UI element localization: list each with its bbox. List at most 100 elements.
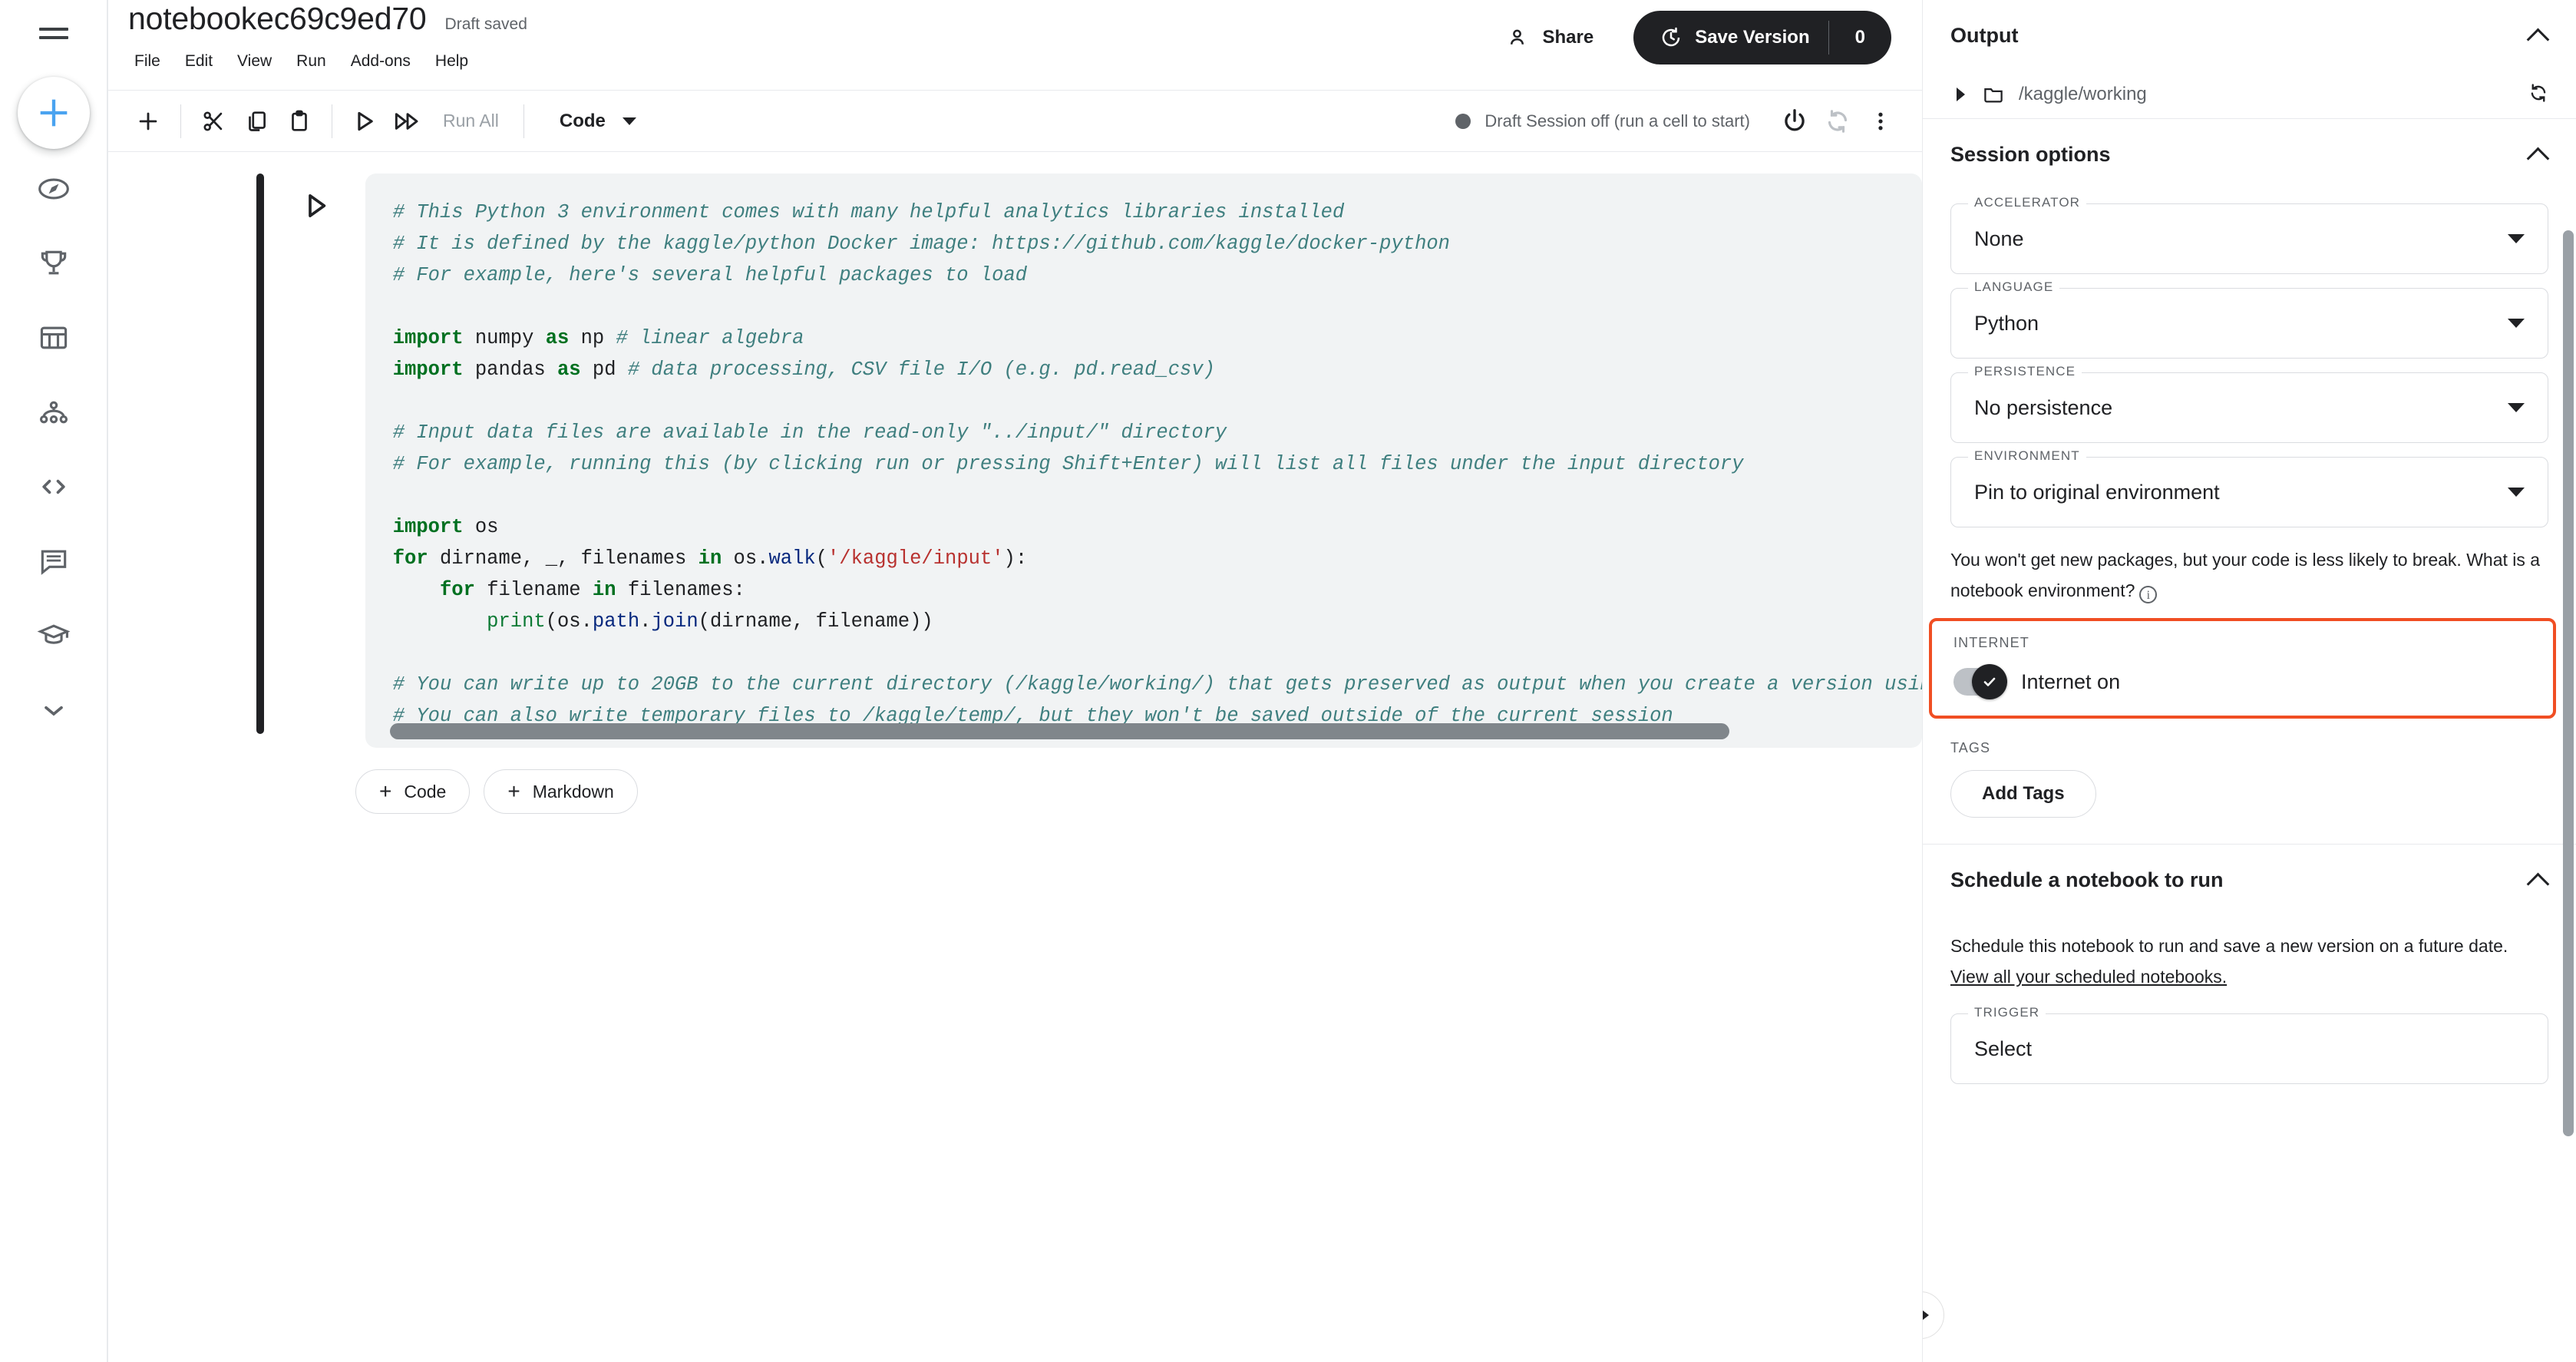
create-button[interactable] xyxy=(17,77,90,149)
history-clock-icon xyxy=(1662,27,1680,47)
sidebar-item-datasets[interactable] xyxy=(19,303,88,372)
kaggle-notebook-app: notebookec69c9ed70 Draft saved File Edit… xyxy=(0,0,2576,1362)
more-vertical-icon xyxy=(1878,112,1883,131)
code-horizontal-scrollbar[interactable] xyxy=(389,723,1729,739)
run-cell-button[interactable] xyxy=(343,100,386,143)
code-editor[interactable]: # This Python 3 environment comes with m… xyxy=(365,174,1922,748)
sidebar-item-learn[interactable] xyxy=(19,601,88,670)
internet-toggle-label: Internet on xyxy=(2021,669,2121,693)
plus-icon: + xyxy=(379,779,392,803)
code-content[interactable]: # This Python 3 environment comes with m… xyxy=(365,174,1922,732)
session-status-label: Draft Session off (run a cell to start) xyxy=(1485,111,1750,131)
language-dropdown[interactable]: LANGUAGE Python xyxy=(1950,279,2548,359)
menu-file[interactable]: File xyxy=(122,48,173,75)
schedule-section-header[interactable]: Schedule a notebook to run xyxy=(1923,845,2576,915)
notebook-toolbar: Run All Code Draft Session off (run a ce… xyxy=(107,91,1922,152)
cell-run-button[interactable] xyxy=(291,180,341,232)
share-label: Share xyxy=(1542,27,1594,48)
version-count-badge[interactable]: 0 xyxy=(1828,21,1891,55)
menu-help[interactable]: Help xyxy=(423,48,481,75)
people-icon xyxy=(1510,29,1524,45)
chevron-up-icon[interactable] xyxy=(2528,144,2548,164)
add-markdown-label: Markdown xyxy=(532,781,614,802)
internet-toggle[interactable] xyxy=(1953,664,2007,699)
language-value: Python xyxy=(1974,311,2039,335)
refresh-icon xyxy=(2531,83,2546,102)
info-icon[interactable]: i xyxy=(2139,586,2158,603)
add-tags-button[interactable]: Add Tags xyxy=(1950,770,2096,818)
trigger-label: TRIGGER xyxy=(1968,1005,2046,1020)
cell-wrapper: # This Python 3 environment comes with m… xyxy=(108,152,1922,814)
share-button[interactable]: Share xyxy=(1494,17,1608,58)
sidebar-item-more[interactable] xyxy=(19,676,88,745)
output-title: Output xyxy=(1950,23,2019,47)
internet-label: INTERNET xyxy=(1953,635,2029,650)
session-options-header[interactable]: Session options xyxy=(1923,119,2576,190)
copy-icon xyxy=(249,111,266,131)
environment-dropdown[interactable]: ENVIRONMENT Pin to original environment xyxy=(1950,448,2548,527)
tags-label: TAGS xyxy=(1950,740,1991,755)
persistence-value: No persistence xyxy=(1974,395,2113,419)
panel-scrollbar[interactable] xyxy=(2563,230,2574,1136)
restart-session-button[interactable] xyxy=(1816,100,1859,143)
trigger-dropdown[interactable]: TRIGGER Select xyxy=(1950,1005,2548,1084)
cut-button[interactable] xyxy=(192,100,235,143)
menu-view[interactable]: View xyxy=(225,48,284,75)
chevron-down-icon xyxy=(2508,319,2525,328)
cell-type-value: Code xyxy=(559,110,606,131)
internet-toggle-row[interactable]: Internet on xyxy=(1953,664,2553,699)
scheduled-notebooks-link[interactable]: View all your scheduled notebooks. xyxy=(1950,967,2227,987)
refresh-output-button[interactable] xyxy=(2527,81,2550,108)
sidebar-item-discussions[interactable] xyxy=(19,527,88,596)
toolbar-more-button[interactable] xyxy=(1859,100,1902,143)
menu-add-ons[interactable]: Add-ons xyxy=(339,48,423,75)
accelerator-label: ACCELERATOR xyxy=(1968,195,2087,210)
menu-edit[interactable]: Edit xyxy=(173,48,225,75)
play-icon xyxy=(358,111,373,131)
save-version-button[interactable]: Save Version 0 xyxy=(1633,11,1891,64)
output-section-header[interactable]: Output xyxy=(1923,0,2576,71)
paste-button[interactable] xyxy=(278,100,321,143)
output-folder-row[interactable]: /kaggle/working xyxy=(1923,71,2576,118)
cell-focus-bar xyxy=(256,174,264,734)
hamburger-menu-icon[interactable] xyxy=(27,6,81,60)
schedule-description: Schedule this notebook to run and save a… xyxy=(1950,931,2545,992)
power-button[interactable] xyxy=(1773,100,1816,143)
run-all-button[interactable]: Run All xyxy=(429,111,513,131)
sidebar-item-competitions[interactable] xyxy=(19,229,88,298)
notebook-header: notebookec69c9ed70 Draft saved File Edit… xyxy=(107,0,1922,91)
collapse-panel-button[interactable] xyxy=(1923,1291,1944,1339)
power-icon xyxy=(1785,109,1805,131)
sidebar-item-explore[interactable] xyxy=(19,154,88,223)
notebook-title[interactable]: notebookec69c9ed70 xyxy=(128,0,427,37)
menu-run[interactable]: Run xyxy=(284,48,339,75)
chevron-down-icon xyxy=(2508,488,2525,497)
compass-icon xyxy=(38,178,69,200)
cell-type-dropdown[interactable]: Code xyxy=(546,104,650,138)
environment-label: ENVIRONMENT xyxy=(1968,448,2086,464)
title-row: notebookec69c9ed70 Draft saved xyxy=(128,0,527,37)
chevron-up-icon[interactable] xyxy=(2528,25,2548,45)
chevron-up-icon[interactable] xyxy=(2528,870,2548,890)
output-path-label: /kaggle/working xyxy=(2019,84,2147,104)
add-cell-button[interactable] xyxy=(127,100,170,143)
run-ahead-button[interactable] xyxy=(386,100,429,143)
persistence-dropdown[interactable]: PERSISTENCE No persistence xyxy=(1950,364,2548,443)
add-code-cell-button[interactable]: + Code xyxy=(355,769,471,814)
save-status-label: Draft saved xyxy=(444,15,527,33)
chevron-down-icon xyxy=(44,706,63,716)
sidebar-item-code[interactable] xyxy=(19,452,88,521)
chevron-right-icon xyxy=(1923,1305,1929,1325)
copy-button[interactable] xyxy=(235,100,278,143)
environment-value: Pin to original environment xyxy=(1974,480,2220,504)
notebook-main: notebookec69c9ed70 Draft saved File Edit… xyxy=(107,0,1922,1362)
sidebar-item-models[interactable] xyxy=(19,378,88,447)
chevron-down-icon xyxy=(2508,403,2525,412)
save-version-label: Save Version xyxy=(1695,27,1810,48)
schedule-title: Schedule a notebook to run xyxy=(1950,868,2224,891)
clipboard-icon xyxy=(292,110,307,131)
add-markdown-cell-button[interactable]: + Markdown xyxy=(484,769,638,814)
expand-triangle-icon[interactable] xyxy=(1957,88,1965,101)
accelerator-dropdown[interactable]: ACCELERATOR None xyxy=(1950,195,2548,274)
save-version-main[interactable]: Save Version xyxy=(1633,26,1828,49)
